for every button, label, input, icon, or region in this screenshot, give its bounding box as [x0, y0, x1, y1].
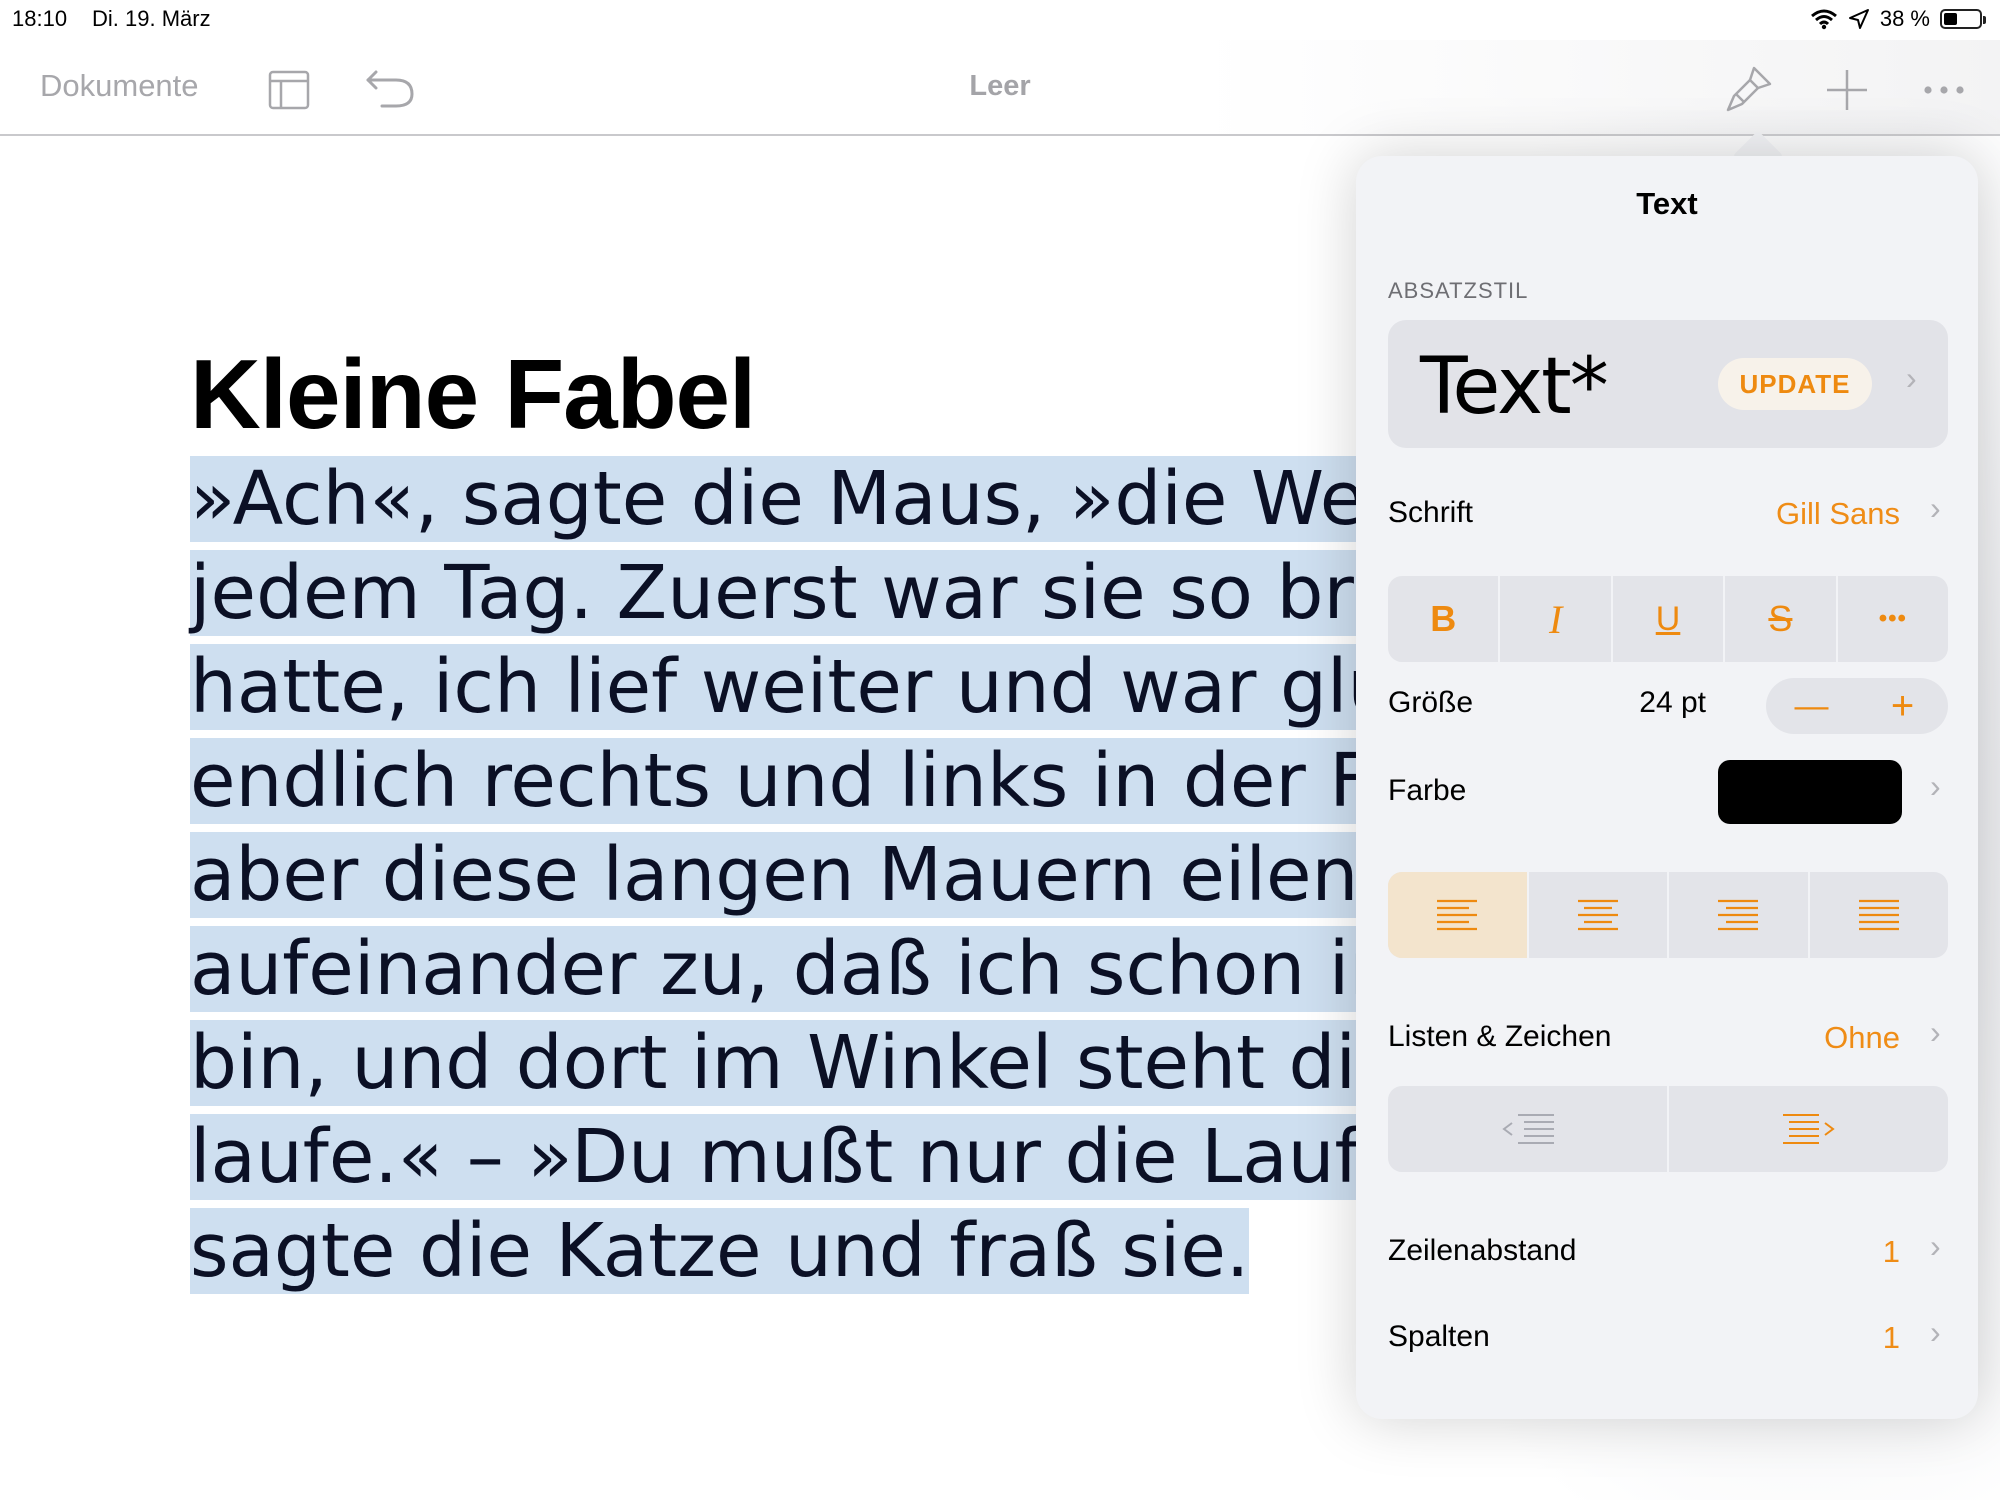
increase-size-button[interactable]: + — [1857, 678, 1948, 734]
lists-value[interactable]: Ohne — [1824, 1020, 1900, 1056]
chevron-right-icon[interactable]: › — [1930, 768, 1941, 805]
chevron-right-icon[interactable]: › — [1930, 1014, 1941, 1051]
battery-fill — [1944, 13, 1957, 25]
increase-indent-button[interactable] — [1669, 1086, 1948, 1172]
line-spacing-value[interactable]: 1 — [1883, 1234, 1900, 1270]
popover-title: Text — [1636, 186, 1698, 221]
strikethrough-button[interactable]: S — [1725, 576, 1838, 662]
chevron-right-icon: › — [1906, 360, 1917, 396]
size-value: 24 pt — [1639, 686, 1706, 719]
status-bar: 18:10 Di. 19. März 38 % — [0, 0, 2000, 40]
document-title: Leer — [969, 70, 1031, 102]
line-spacing-label: Zeilenabstand — [1388, 1234, 1577, 1267]
paragraph-style-name: Text* — [1420, 342, 1609, 432]
heading[interactable]: Kleine Fabel — [190, 338, 756, 451]
update-style-button[interactable]: UPDATE — [1718, 358, 1872, 410]
decrease-indent-button[interactable] — [1388, 1086, 1669, 1172]
wifi-icon — [1810, 9, 1837, 30]
color-swatch[interactable] — [1718, 760, 1902, 824]
underline-button[interactable]: U — [1613, 576, 1726, 662]
font-label: Schrift — [1388, 496, 1474, 529]
align-justify-button[interactable] — [1810, 872, 1949, 958]
align-left-button[interactable] — [1388, 872, 1529, 958]
format-popover: Text ABSATZSTIL Text* UPDATE › Schrift G… — [1356, 156, 1978, 1419]
lists-label: Listen & Zeichen — [1388, 1020, 1612, 1053]
alignment-buttons — [1388, 872, 1948, 958]
align-left-icon — [1437, 899, 1478, 931]
paragraph-style-section-label: ABSATZSTIL — [1388, 278, 1529, 303]
size-stepper: — + — [1766, 678, 1948, 734]
chevron-right-icon[interactable]: › — [1930, 1228, 1941, 1265]
battery-icon — [1940, 9, 1986, 29]
size-label: Größe — [1388, 686, 1474, 719]
paragraph-style-selector[interactable]: Text* UPDATE › — [1388, 320, 1948, 448]
outdent-icon — [1501, 1114, 1554, 1144]
color-label: Farbe — [1388, 774, 1467, 807]
status-date: Di. 19. März — [92, 6, 211, 31]
status-right: 38 % — [1810, 6, 1986, 32]
more-styles-button[interactable]: ••• — [1838, 576, 1948, 662]
indent-buttons — [1388, 1086, 1948, 1172]
indent-icon — [1782, 1114, 1835, 1144]
status-time: 18:10 — [12, 6, 68, 31]
bold-button[interactable]: B — [1388, 576, 1501, 662]
decrease-size-button[interactable]: — — [1766, 678, 1857, 734]
battery-percentage: 38 % — [1879, 6, 1930, 31]
chevron-right-icon[interactable]: › — [1930, 490, 1941, 527]
columns-value[interactable]: 1 — [1883, 1320, 1900, 1356]
columns-label: Spalten — [1388, 1320, 1490, 1353]
align-right-button[interactable] — [1669, 872, 1810, 958]
format-brush-icon[interactable] — [1724, 64, 1774, 114]
font-value[interactable]: Gill Sans — [1776, 496, 1900, 532]
align-justify-icon — [1858, 899, 1899, 931]
add-icon[interactable] — [1825, 68, 1869, 112]
chevron-right-icon[interactable]: › — [1930, 1314, 1941, 1351]
more-icon[interactable] — [1920, 70, 1968, 110]
italic-button[interactable]: I — [1500, 576, 1613, 662]
align-right-icon — [1718, 899, 1759, 931]
location-arrow-icon — [1848, 9, 1869, 29]
align-center-icon — [1577, 899, 1618, 931]
text-style-buttons: B I U S ••• — [1388, 576, 1948, 662]
align-center-button[interactable] — [1529, 872, 1669, 958]
toolbar: Dokumente Leer — [0, 40, 2000, 136]
